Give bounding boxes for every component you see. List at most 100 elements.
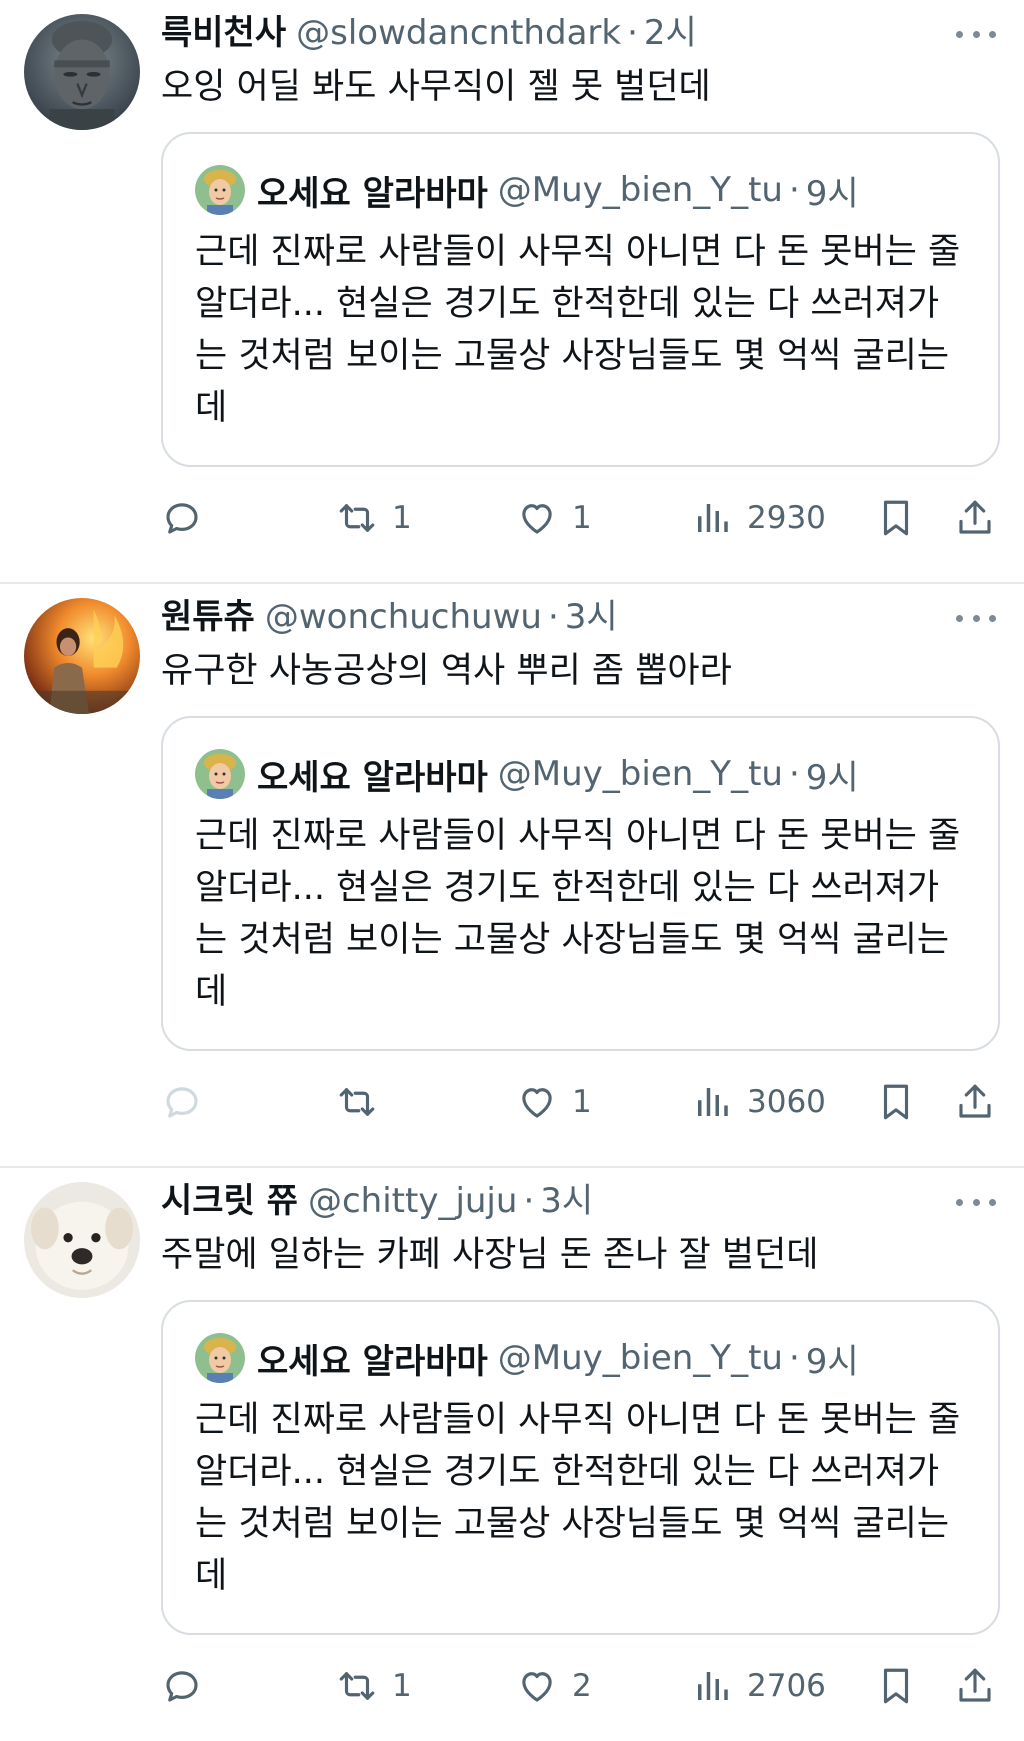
quoted-tweet[interactable]: 오세요 알라바마 @Muy_bien_Y_tu · 9시 근데 진짜로 사람들이…	[161, 716, 1000, 1051]
quoted-display-name: 오세요 알라바마	[257, 173, 488, 214]
puppy-avatar	[24, 1182, 140, 1298]
share-icon	[959, 500, 991, 534]
bookmark-button[interactable]	[875, 1656, 917, 1716]
tweet[interactable]: 원튜츄 @wonchuchuwu · 3시 유구한 사농공상의 역사 뿌리 좀 …	[0, 584, 1024, 1168]
tweet-actions: 1 3060	[161, 1072, 1002, 1132]
views-chart-icon	[698, 504, 728, 532]
timestamp[interactable]: 3시	[540, 1176, 593, 1226]
avatar[interactable]	[24, 1182, 140, 1298]
tweet-header: 륵비천사 @slowdancnthdark · 2시	[161, 8, 1002, 58]
bookmark-button[interactable]	[875, 1072, 917, 1132]
like-count: 1	[572, 1084, 592, 1120]
reply-icon	[166, 1087, 198, 1118]
quoted-timestamp: 9시	[805, 757, 859, 798]
retweet-icon	[339, 1672, 375, 1700]
views-button[interactable]: 3060	[691, 1072, 826, 1132]
retweet-button[interactable]	[336, 1072, 392, 1132]
retweet-icon	[339, 504, 375, 532]
more-options-icon[interactable]	[956, 1190, 996, 1214]
bookmark-icon	[883, 500, 909, 536]
share-icon	[959, 1668, 991, 1702]
avatar[interactable]	[24, 598, 140, 714]
like-button[interactable]: 2	[516, 1656, 592, 1716]
display-name[interactable]: 원튜츄	[161, 592, 255, 642]
quoted-avatar	[195, 1333, 245, 1383]
separator-dot: ·	[627, 13, 638, 53]
share-button[interactable]	[954, 1656, 996, 1716]
quoted-user-handle: @Muy_bien_Y_tu	[497, 1338, 783, 1378]
quoted-tweet-text: 근데 진짜로 사람들이 사무직 아니면 다 돈 못버는 줄 알더라... 현실은…	[195, 1400, 961, 1596]
display-name[interactable]: 륵비천사	[161, 8, 286, 58]
quoted-avatar	[195, 165, 245, 215]
like-button[interactable]: 1	[516, 1072, 592, 1132]
timestamp[interactable]: 3시	[565, 592, 618, 642]
quoted-tweet[interactable]: 오세요 알라바마 @Muy_bien_Y_tu · 9시 근데 진짜로 사람들이…	[161, 132, 1000, 467]
tweet-content: 시크릿 쮸 @chitty_juju · 3시 주말에 일하는 카페 사장님 돈…	[161, 1176, 1002, 1704]
user-handle[interactable]: @chitty_juju	[308, 1176, 517, 1226]
more-options-icon[interactable]	[956, 22, 996, 46]
tweet-header: 시크릿 쮸 @chitty_juju · 3시	[161, 1176, 1002, 1226]
quoted-tweet-header: 오세요 알라바마 @Muy_bien_Y_tu · 9시	[195, 162, 968, 218]
quoted-tweet-text: 근데 진짜로 사람들이 사무직 아니면 다 돈 못버는 줄 알더라... 현실은…	[195, 232, 961, 428]
reply-button[interactable]	[161, 1072, 217, 1132]
timestamp[interactable]: 2시	[644, 8, 697, 58]
separator-dot: ·	[788, 1338, 800, 1378]
tweet-header: 원튜츄 @wonchuchuwu · 3시	[161, 592, 1002, 642]
retweet-icon	[339, 1088, 375, 1116]
tweet-content: 원튜츄 @wonchuchuwu · 3시 유구한 사농공상의 역사 뿌리 좀 …	[161, 592, 1002, 1120]
tweet-actions: 1 2 2706	[161, 1656, 1002, 1716]
user-handle[interactable]: @slowdancnthdark	[296, 8, 621, 58]
heart-icon	[522, 1088, 552, 1118]
heart-icon	[522, 1672, 552, 1702]
quoted-tweet-header: 오세요 알라바마 @Muy_bien_Y_tu · 9시	[195, 746, 968, 802]
reply-icon	[166, 503, 198, 534]
tweet-content: 륵비천사 @slowdancnthdark · 2시 오잉 어딜 봐도 사무직이…	[161, 8, 1002, 536]
cartoon-character-avatar	[195, 1333, 245, 1383]
avatar[interactable]	[24, 14, 140, 130]
bookmark-icon	[883, 1084, 909, 1120]
retweet-button[interactable]: 1	[336, 488, 412, 548]
quoted-tweet-header: 오세요 알라바마 @Muy_bien_Y_tu · 9시	[195, 1330, 968, 1386]
retweet-button[interactable]: 1	[336, 1656, 412, 1716]
bookmark-icon	[883, 1668, 909, 1704]
views-button[interactable]: 2930	[691, 488, 826, 548]
views-chart-icon	[698, 1672, 728, 1700]
quoted-timestamp: 9시	[805, 173, 859, 214]
retweet-count: 1	[392, 1668, 412, 1704]
like-count: 1	[572, 500, 592, 536]
reply-icon	[166, 1671, 198, 1702]
view-count: 2930	[747, 500, 826, 536]
views-button[interactable]: 2706	[691, 1656, 826, 1716]
share-button[interactable]	[954, 1072, 996, 1132]
user-handle[interactable]: @wonchuchuwu	[265, 592, 542, 642]
tweet[interactable]: 륵비천사 @slowdancnthdark · 2시 오잉 어딜 봐도 사무직이…	[0, 0, 1024, 584]
tweet-text: 유구한 사농공상의 역사 뿌리 좀 뽑아라	[161, 651, 732, 691]
bookmark-button[interactable]	[875, 488, 917, 548]
separator-dot: ·	[788, 170, 800, 210]
quoted-timestamp: 9시	[805, 1341, 859, 1382]
tweet[interactable]: 시크릿 쮸 @chitty_juju · 3시 주말에 일하는 카페 사장님 돈…	[0, 1168, 1024, 1741]
share-button[interactable]	[954, 488, 996, 548]
quoted-user-handle: @Muy_bien_Y_tu	[497, 754, 783, 794]
tweet-text: 오잉 어딜 봐도 사무직이 젤 못 벌던데	[161, 67, 711, 107]
view-count: 2706	[747, 1668, 826, 1704]
view-count: 3060	[747, 1084, 826, 1120]
quoted-avatar	[195, 749, 245, 799]
more-options-icon[interactable]	[956, 606, 996, 630]
display-name[interactable]: 시크릿 쮸	[161, 1176, 298, 1226]
separator-dot: ·	[523, 1181, 535, 1221]
reply-button[interactable]	[161, 488, 217, 548]
like-button[interactable]: 1	[516, 488, 592, 548]
cartoon-character-avatar	[195, 749, 245, 799]
tweet-actions: 1 1 2930	[161, 488, 1002, 548]
separator-dot: ·	[788, 754, 800, 794]
share-icon	[959, 1084, 991, 1118]
tweet-text: 주말에 일하는 카페 사장님 돈 존나 잘 벌던데	[161, 1235, 819, 1275]
separator-dot: ·	[547, 597, 559, 637]
quoted-user-handle: @Muy_bien_Y_tu	[497, 170, 783, 210]
heart-icon	[522, 504, 552, 534]
quoted-tweet[interactable]: 오세요 알라바마 @Muy_bien_Y_tu · 9시 근데 진짜로 사람들이…	[161, 1300, 1000, 1635]
reply-button[interactable]	[161, 1656, 217, 1716]
views-chart-icon	[698, 1088, 728, 1116]
quoted-display-name: 오세요 알라바마	[257, 757, 488, 798]
